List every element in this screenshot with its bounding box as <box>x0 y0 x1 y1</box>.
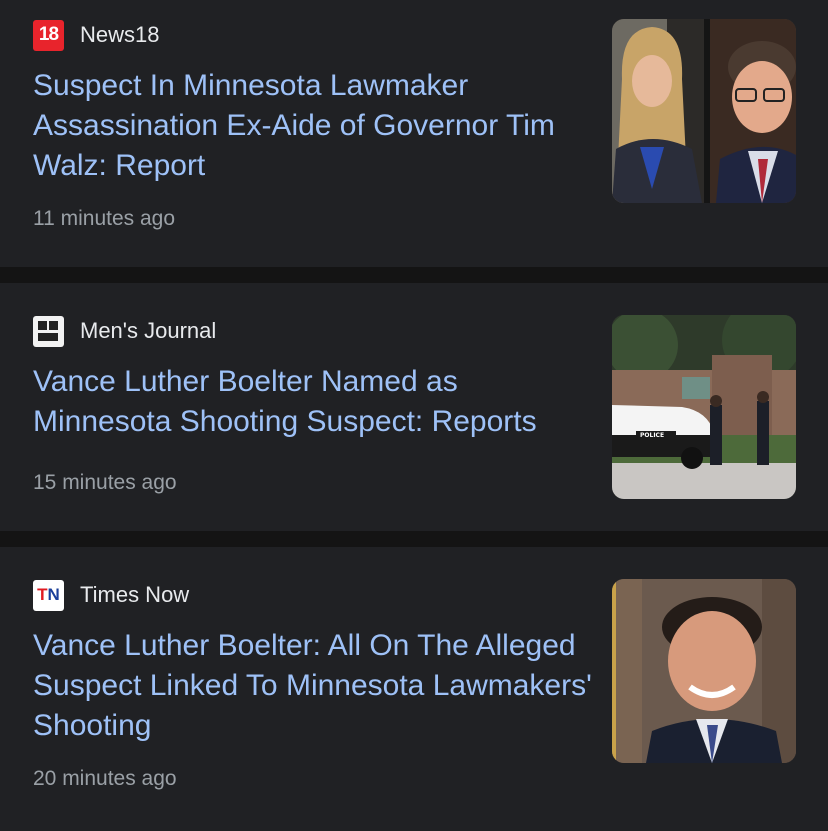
headline-link[interactable]: Vance Luther Boelter Named as Minnesota … <box>33 362 593 442</box>
headline-link[interactable]: Vance Luther Boelter: All On The Alleged… <box>33 626 593 746</box>
source-row: 18 News18 <box>33 19 159 51</box>
timestamp: 15 minutes ago <box>33 471 177 494</box>
logo-n: N <box>47 585 60 604</box>
headline-link[interactable]: Suspect In Minnesota Lawmaker Assassinat… <box>33 66 593 186</box>
source-name: News18 <box>80 22 160 47</box>
article-thumbnail[interactable] <box>612 19 796 203</box>
news-card[interactable]: 18 News18 Suspect In Minnesota Lawmaker … <box>0 0 828 267</box>
logo-t: T <box>37 585 48 604</box>
article-thumbnail[interactable]: POLICE <box>612 315 796 499</box>
source-row: Men's Journal <box>33 315 216 347</box>
news18-logo-icon: 18 <box>33 19 64 51</box>
article-thumbnail[interactable] <box>612 579 796 763</box>
logo-text: 18 <box>38 24 59 45</box>
source-name: Times Now <box>80 582 190 607</box>
mens-journal-logo-icon <box>33 315 64 347</box>
news-card[interactable]: Men's Journal Vance Luther Boelter Named… <box>0 283 828 531</box>
police-text: POLICE <box>640 432 664 439</box>
timestamp: 11 minutes ago <box>33 207 176 230</box>
times-now-logo-icon: TN <box>33 579 64 611</box>
source-row: TN Times Now <box>33 579 189 611</box>
news-card[interactable]: TN Times Now Vance Luther Boelter: All O… <box>0 547 828 831</box>
timestamp: 20 minutes ago <box>33 767 177 790</box>
source-name: Men's Journal <box>80 318 217 343</box>
